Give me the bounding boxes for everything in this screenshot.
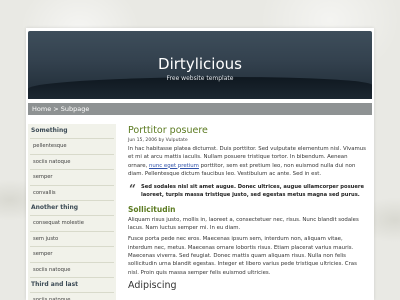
sidebar-heading-something: Something (31, 127, 68, 134)
article-intro: In hac habitasse platea dictumst. Duis p… (128, 145, 368, 178)
sidebar-item-consequat-molestie[interactable]: consequat molestie (30, 215, 114, 231)
site-header: Dirtylicious Free website template (28, 31, 372, 99)
sidebar-item-convallis[interactable]: convallis (30, 184, 114, 201)
sidebar-item-semper[interactable]: semper (30, 169, 114, 185)
blockquote-text: Sed sodales nisl sit amet augue. Donec u… (141, 184, 364, 198)
site-title[interactable]: Dirtylicious (28, 55, 372, 73)
sidebar-item-sem-justo[interactable]: sem justo (30, 230, 114, 247)
intro-link[interactable]: nunc eget pretium (149, 163, 199, 169)
page-container: Dirtylicious Free website template Home … (26, 28, 374, 300)
quote-mark-icon: “ (129, 182, 136, 197)
paragraph-3: Fusce porta pede nec eros. Maecenas ipsu… (128, 236, 357, 276)
next-section-heading: Adipiscing (128, 279, 177, 291)
sidebar-heading-another-thing: Another thing (31, 204, 79, 211)
paragraph-2: Aliquam risus justo, mollis in, laoreet … (128, 216, 359, 232)
sidebar-item-sociis-natoque[interactable]: sociis natoque (30, 153, 114, 170)
article-meta: Jun 15, 2006 by Vulputate (128, 138, 188, 143)
sidebar: Something pellentesque sociis natoque se… (28, 124, 116, 300)
article-title: Porttitor posuere (128, 125, 208, 136)
sidebar-item-semper-2[interactable]: semper (30, 246, 114, 262)
section-heading: Sollicitudin (128, 204, 176, 214)
sidebar-item-sociis-natoque-2[interactable]: sociis natoque (30, 261, 114, 278)
main-content: Porttitor posuere Jun 15, 2006 by Vulput… (128, 125, 368, 300)
blockquote: “ Sed sodales nisl sit amet augue. Donec… (128, 182, 368, 200)
breadcrumb[interactable]: Home > Subpage (28, 103, 372, 115)
sidebar-item-sociis-natoque-3[interactable]: sociis natoque (30, 292, 114, 300)
sidebar-heading-third-and-last: Third and last (31, 281, 79, 288)
site-subtitle: Free website template (166, 75, 234, 82)
sidebar-item-pellentesque[interactable]: pellentesque (30, 138, 114, 154)
